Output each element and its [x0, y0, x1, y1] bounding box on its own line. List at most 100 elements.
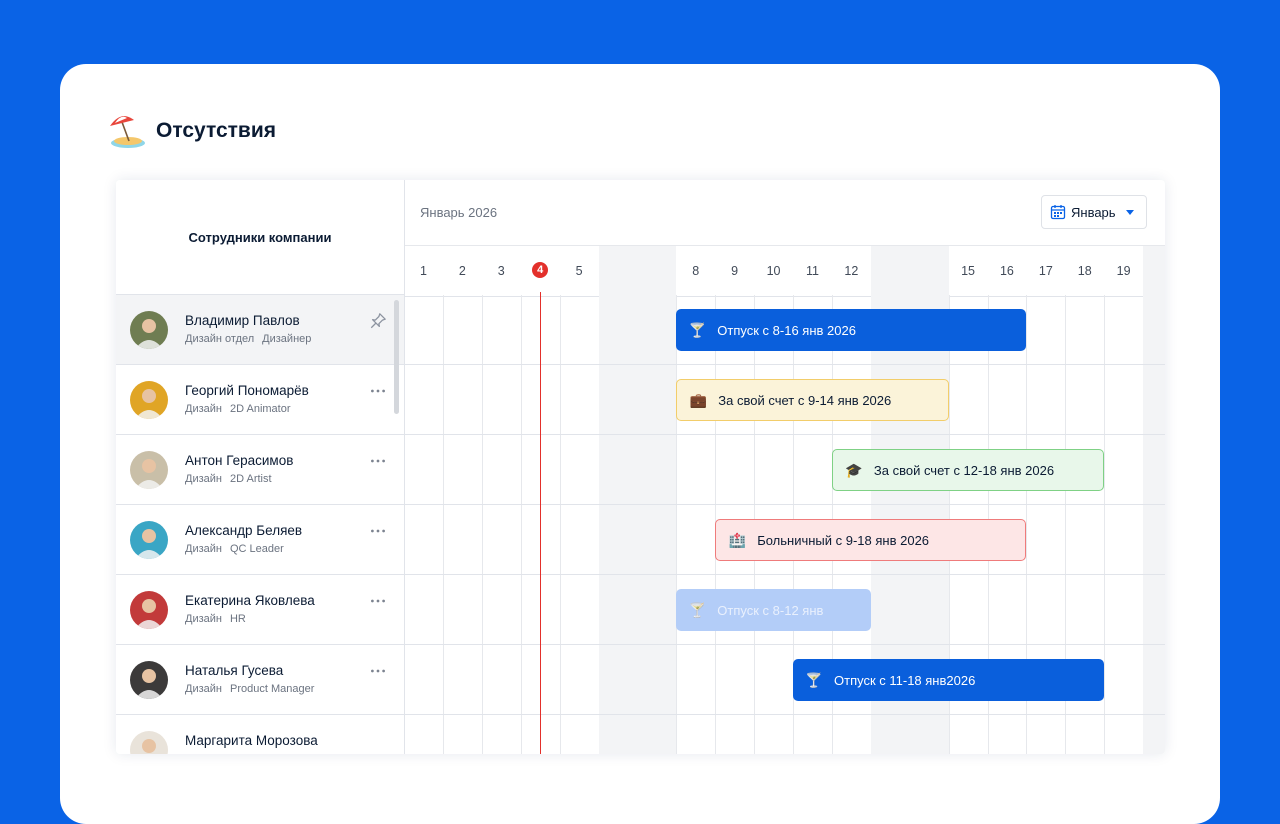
avatar: [130, 521, 168, 559]
row-divider: [404, 714, 1165, 715]
absence-bar[interactable]: 🏥 Больничный с 9-18 янв 2026: [715, 519, 1027, 561]
employee-name: Антон Герасимов: [185, 453, 294, 468]
absence-board: Сотрудники компании Владимир Павлов Дизай…: [116, 180, 1165, 754]
employee-name: Владимир Павлов: [185, 313, 300, 328]
day-number: 12: [844, 264, 859, 278]
day-number: 19: [1116, 264, 1131, 278]
employee-department: Дизайн: [185, 403, 222, 415]
absence-label: Отпуск с 11-18 янв2026: [834, 672, 976, 688]
avatar: [130, 661, 168, 699]
employee-role: 2D Artist: [229, 473, 272, 485]
day-header-1: 1: [404, 246, 443, 296]
absence-bar[interactable]: 🍸 Отпуск с 11-18 янв2026: [793, 659, 1105, 701]
weekend-column: [637, 246, 677, 754]
absence-label: Отпуск с 8-12 янв: [717, 602, 824, 618]
employee-name: Екатерина Яковлева: [185, 593, 315, 608]
day-header-5: 5: [560, 246, 599, 296]
employee-meta: Дизайн отдел Дизайнер: [185, 333, 311, 345]
absence-bar[interactable]: 🍸 Отпуск с 8-16 янв 2026: [676, 309, 1027, 351]
more-icon[interactable]: [368, 521, 388, 541]
suitcase-icon: 💼: [689, 391, 708, 408]
day-header-19: 19: [1104, 246, 1143, 296]
month-dropdown[interactable]: Январь: [1041, 195, 1147, 229]
day-header-12: 12: [832, 246, 871, 296]
absence-label: Отпуск с 8-16 янв 2026: [717, 322, 856, 338]
beach-umbrella-icon: [110, 116, 145, 148]
weekend-column: [1143, 246, 1165, 754]
absence-bar[interactable]: 💼 За свой счет с 9-14 янв 2026: [676, 379, 949, 421]
day-header-16: 16: [988, 246, 1027, 296]
employee-name: Александр Беляев: [185, 523, 303, 538]
absence-bar[interactable]: 🍸 Отпуск с 8-12 янв: [676, 589, 871, 631]
cocktail-icon: 🍸: [688, 601, 707, 618]
calendar-icon: [1050, 205, 1066, 220]
employee-row[interactable]: Георгий Пономарёв Дизайн 2D Animator: [116, 365, 404, 435]
day-header-9: 9: [715, 246, 754, 296]
day-number: 3: [497, 264, 505, 278]
employee-row[interactable]: Александр Беляев Дизайн QC Leader: [116, 505, 404, 575]
avatar: [130, 591, 168, 629]
day-number: 15: [961, 264, 975, 278]
employee-meta: Дизайн 2D Animator: [185, 403, 291, 415]
more-icon[interactable]: [368, 381, 388, 401]
day-number: 17: [1038, 264, 1053, 278]
day-header-18: 18: [1065, 246, 1104, 296]
pin-icon[interactable]: [368, 311, 388, 331]
employee-row[interactable]: Наталья Гусева Дизайн Product Manager: [116, 645, 404, 715]
month-title: Январь 2026: [420, 205, 498, 220]
hospital-icon: 🏥: [728, 531, 746, 548]
employee-row[interactable]: Владимир Павлов Дизайн отдел Дизайнер: [116, 295, 404, 365]
more-icon[interactable]: [368, 591, 388, 611]
day-header-3: 3: [482, 246, 521, 296]
employee-role: QC Leader: [229, 543, 284, 555]
more-icon[interactable]: [368, 451, 388, 471]
employee-meta: Дизайн HR: [185, 613, 246, 625]
employee-row[interactable]: Маргарита Морозова: [116, 715, 404, 754]
employee-role: 2D Animator: [229, 403, 291, 415]
page-header: Отсутствия: [108, 112, 276, 150]
day-header-15: 15: [949, 246, 988, 296]
employee-role: Product Manager: [229, 683, 315, 695]
day-number: 5: [575, 264, 583, 278]
day-header-10: 10: [754, 246, 793, 296]
day-number: 18: [1077, 264, 1092, 278]
day-header-2: 2: [443, 246, 482, 296]
more-icon[interactable]: [368, 661, 388, 681]
avatar: [130, 381, 168, 419]
employee-row[interactable]: Антон Герасимов Дизайн 2D Artist: [116, 435, 404, 505]
day-number: 8: [692, 264, 700, 278]
employee-name: Наталья Гусева: [185, 663, 284, 678]
day-number: 1: [419, 264, 427, 278]
avatar: [130, 731, 168, 754]
employee-department: Дизайн: [185, 543, 222, 555]
day-number: 2: [458, 264, 466, 278]
employee-meta: Дизайн 2D Artist: [185, 473, 272, 485]
employee-department: Дизайн: [185, 613, 222, 625]
days-header: 1234567891011121314151617181920: [404, 245, 1165, 297]
day-number: 11: [805, 264, 819, 278]
absence-bar[interactable]: 🎓 За свой счет с 12-18 янв 2026: [831, 449, 1105, 491]
avatar: [130, 451, 168, 489]
employee-department: Дизайн: [185, 473, 222, 485]
employee-department: Дизайн: [185, 683, 222, 695]
graduation-cap-icon: 🎓: [845, 461, 863, 478]
day-number: 10: [766, 264, 781, 278]
employees-panel: Сотрудники компании Владимир Павлов Дизай…: [116, 180, 405, 754]
employee-role: HR: [229, 613, 246, 625]
employee-name: Маргарита Морозова: [185, 733, 318, 748]
employees-scrollbar[interactable]: [394, 300, 399, 414]
timeline-panel: Январь 2026 Январь 123456789101112131415…: [404, 180, 1165, 754]
today-badge: 4: [532, 262, 549, 278]
employee-row[interactable]: Екатерина Яковлева Дизайн HR: [116, 575, 404, 645]
employee-department: Дизайн отдел: [185, 333, 255, 345]
absence-label: Больничный с 9-18 янв 2026: [757, 532, 930, 548]
day-number: 9: [731, 264, 739, 278]
month-dropdown-label: Январь: [1071, 204, 1116, 220]
day-header-4: 4: [521, 246, 560, 296]
row-divider: [404, 364, 1165, 365]
day-number: 16: [999, 264, 1014, 278]
day-header-11: 11: [793, 246, 832, 296]
day-header-8: 8: [676, 246, 715, 296]
row-divider: [404, 644, 1165, 645]
page-title: Отсутствия: [156, 119, 277, 142]
